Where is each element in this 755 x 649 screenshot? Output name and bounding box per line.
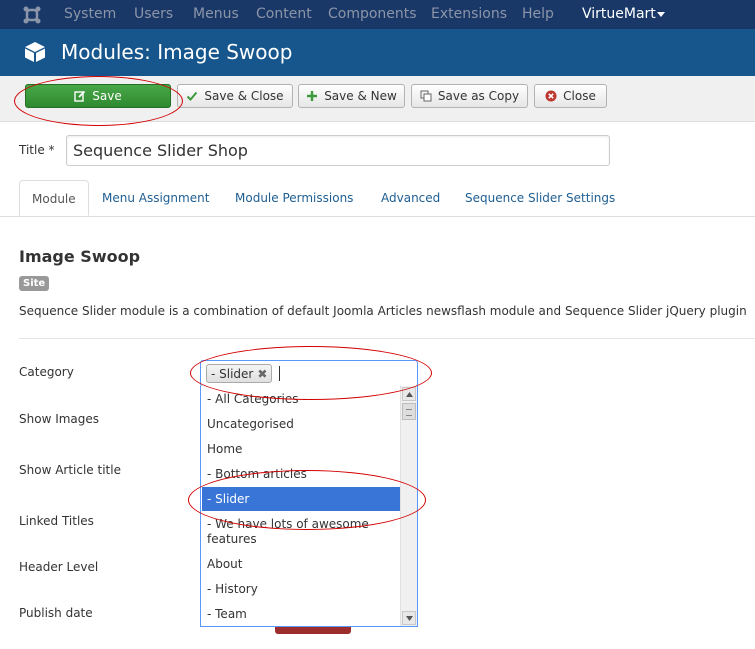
module-heading: Image Swoop [19,247,141,266]
plus-icon [307,91,318,101]
nav-extensions[interactable]: Extensions [431,6,507,22]
linked-titles-label: Linked Titles [19,514,94,528]
save-button[interactable]: Save [25,84,171,108]
check-icon [187,91,198,101]
hidden-toggle-button[interactable] [275,626,351,634]
save-new-label: Save & New [324,89,397,103]
remove-chip-icon[interactable]: ✖ [257,367,267,381]
scroll-down-button[interactable] [402,611,416,625]
category-option-line1: - We have lots of awesome [207,517,369,531]
category-option[interactable]: - History [202,582,402,596]
category-option-line2: features [207,532,257,546]
nav-content[interactable]: Content [256,6,312,22]
dropdown-scrollbar[interactable] [400,386,417,626]
copy-icon [420,90,432,102]
tab-advanced[interactable]: Advanced [381,191,440,205]
edit-icon [74,90,86,102]
nav-system[interactable]: System [64,6,116,22]
category-option[interactable]: - Team [202,607,402,621]
page-header: Modules: Image Swoop [0,29,755,76]
category-option[interactable]: - Bottom articles [202,467,402,481]
nav-help[interactable]: Help [522,6,554,22]
tab-sequence-slider-settings[interactable]: Sequence Slider Settings [465,191,615,205]
toolbar: Save Save & Close Save & New Save as Cop… [0,76,755,122]
publish-date-label: Publish date [19,606,93,620]
tab-module-permissions[interactable]: Module Permissions [235,191,353,205]
category-chip-label: - Slider [211,366,254,381]
close-button[interactable]: Close [534,84,607,108]
category-option[interactable]: About [202,557,402,571]
category-option[interactable]: Uncategorised [202,417,402,431]
top-nav: System Users Menus Content Components Ex… [0,0,755,29]
category-select[interactable]: - Slider ✖ [200,360,418,387]
show-article-title-label: Show Article title [19,463,121,477]
save-copy-label: Save as Copy [437,89,520,103]
save-copy-button[interactable]: Save as Copy [411,84,528,108]
divider [19,338,755,339]
module-description: Sequence Slider module is a combination … [19,304,747,318]
close-circle-icon [545,90,557,102]
category-option-highlighted[interactable]: - Slider [202,487,402,511]
cube-icon [25,42,45,62]
title-label: Title * [19,143,55,157]
header-level-label: Header Level [19,560,99,574]
tab-menu-assignment[interactable]: Menu Assignment [102,191,209,205]
save-button-label: Save [92,89,122,103]
nav-virtuemart-label: VirtueMart [582,6,656,22]
tab-bar: Module Menu Assignment Module Permission… [0,180,755,217]
title-input[interactable] [66,135,610,166]
arrow-up-icon [405,391,413,397]
scroll-up-button[interactable] [402,387,416,401]
close-label: Close [563,89,596,103]
category-chip[interactable]: - Slider ✖ [206,364,273,383]
nav-menus[interactable]: Menus [193,6,239,22]
category-dropdown: - All Categories - Uncategorised Home - … [200,386,418,627]
nav-users[interactable]: Users [134,6,173,22]
scroll-thumb[interactable] [402,403,416,420]
page-title: Modules: Image Swoop [61,40,293,64]
arrow-down-icon [405,615,413,621]
text-cursor [279,366,280,381]
save-close-button[interactable]: Save & Close [177,84,293,108]
category-option[interactable]: Home [202,442,402,456]
caret-down-icon [656,11,665,17]
site-badge: Site [19,276,50,291]
save-close-label: Save & Close [204,89,284,103]
joomla-logo-icon[interactable] [22,5,42,25]
tab-module[interactable]: Module [19,180,89,216]
nav-components[interactable]: Components [328,6,417,22]
save-new-button[interactable]: Save & New [298,84,405,108]
category-option[interactable]: - All Categories - [202,392,402,406]
category-label: Category [19,365,74,379]
show-images-label: Show Images [19,412,100,426]
category-option[interactable]: - We have lots of awesome features [202,517,402,547]
nav-virtuemart[interactable]: VirtueMart [582,6,665,22]
